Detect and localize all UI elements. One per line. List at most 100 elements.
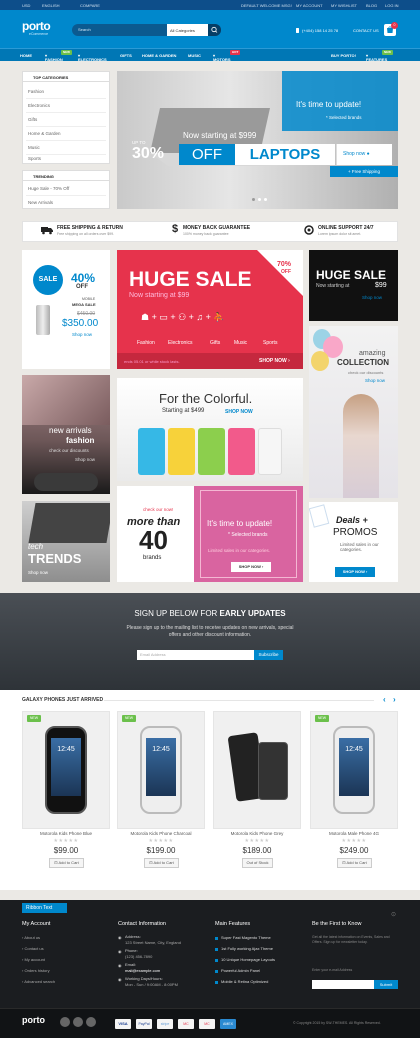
huge-cat: Music: [234, 340, 248, 346]
language-select[interactable]: ENGLISH: [42, 3, 60, 8]
colorful-banner[interactable]: For the Colorful. Starting at $499 SHOP …: [117, 378, 303, 481]
footer-link[interactable]: › Contact us: [22, 946, 44, 951]
nav-electronics[interactable]: ELECTRONICS ▾: [78, 53, 107, 62]
footer-link[interactable]: › Orders history: [22, 968, 50, 973]
dark-shop-link[interactable]: Shop now: [362, 295, 382, 300]
collection-check: check our discounts: [348, 370, 384, 375]
product-card[interactable]: NEW 12:45: [310, 711, 398, 829]
deals-shop-button[interactable]: SHOP NOW ›: [335, 567, 375, 577]
nav-home-garden[interactable]: HOME & GARDEN: [142, 53, 176, 58]
huge-shop-button[interactable]: SHOP NOW ›: [259, 358, 290, 364]
sale-shop-link[interactable]: Shop now: [72, 332, 92, 337]
slider-dot[interactable]: [252, 198, 255, 201]
my-account-link[interactable]: MY ACCOUNT: [296, 3, 323, 8]
logo[interactable]: porto: [22, 19, 51, 33]
search-button[interactable]: [208, 24, 221, 36]
product-card[interactable]: NEW 12:45: [22, 711, 110, 829]
product-name[interactable]: Motorola Kids Phone Charcoal: [117, 831, 205, 836]
trending-item-new-arrivals[interactable]: New Arrivals: [28, 200, 53, 205]
phone-icon: ◉: [118, 949, 122, 954]
footer-link[interactable]: › My account: [22, 957, 45, 962]
feature-item: 10 Unique Homepage Layouts: [221, 957, 276, 962]
footer-link[interactable]: › About us: [22, 935, 40, 940]
support-icon: [304, 225, 314, 235]
tech-shop-link[interactable]: Shop now: [28, 570, 48, 575]
sidebar-item-fashion[interactable]: Fashion: [28, 89, 44, 94]
prev-arrow-icon[interactable]: ‹: [383, 695, 386, 704]
product-card[interactable]: NEW 12:45: [117, 711, 205, 829]
category-select[interactable]: All Categories: [167, 24, 209, 36]
contact-us-link[interactable]: CONTACT US: [353, 28, 379, 33]
search-input[interactable]: Search: [78, 27, 91, 32]
service-subtitle: 100% money back guarantee: [183, 232, 229, 236]
nav-gifts[interactable]: GIFTS: [120, 53, 132, 58]
hero-free-shipping: + Free Shipping: [330, 166, 398, 177]
deals-banner[interactable]: Deals + PROMOS Limited sales in our cate…: [309, 502, 398, 582]
product-name[interactable]: Motorola Kids Phone Grey: [213, 831, 301, 836]
nav-features[interactable]: FEATURES ▾ NEW: [366, 50, 393, 62]
brands-label: brands: [143, 555, 162, 561]
tech-title: TRENDS: [28, 551, 82, 566]
fashion-shop-link[interactable]: Shop now: [75, 457, 95, 462]
email-link[interactable]: mail@example.com: [125, 968, 160, 973]
address-icon: ◉: [118, 935, 122, 940]
huge-sale-dark-banner[interactable]: HUGE SALE Now starting at $99 Shop now: [309, 250, 398, 321]
next-arrow-icon[interactable]: ›: [393, 695, 396, 704]
out-of-stock-button: Out of Stock: [242, 858, 273, 868]
tech-trends-banner[interactable]: tech TRENDS Shop now: [22, 501, 110, 582]
title-divider: [104, 700, 374, 701]
product-name[interactable]: Motorola Male Phone 4G: [310, 831, 398, 836]
sidebar-item-sports[interactable]: Sports: [28, 156, 41, 161]
compare-link[interactable]: COMPARE: [80, 3, 100, 8]
nav-fashion[interactable]: FASHION ▾ NEW: [45, 50, 72, 62]
currency-select[interactable]: USD: [22, 3, 30, 8]
blog-link[interactable]: BLOG: [366, 3, 377, 8]
sidebar-item-home-garden[interactable]: Home & Garden: [28, 131, 61, 136]
nav-motors[interactable]: MOTORS ▾ HOT: [213, 50, 241, 62]
sidebar-item-gifts[interactable]: Gifts: [28, 117, 37, 122]
hero-shop-now-button[interactable]: Shop now ●: [336, 144, 392, 165]
email-label: Email:: [125, 962, 137, 967]
clock-icon: ◉: [118, 977, 122, 982]
top-categories-title: TOP CATEGORIES: [23, 72, 109, 82]
product-card[interactable]: [213, 711, 301, 829]
collection-shop-link[interactable]: Shop now: [365, 378, 385, 383]
footer-submit-button[interactable]: Submit: [374, 980, 398, 989]
login-link[interactable]: LOG IN: [385, 3, 399, 8]
subscribe-button[interactable]: Subscribe: [254, 650, 283, 660]
update-shop-button[interactable]: SHOP NOW ›: [231, 562, 271, 572]
nav-buy-porto[interactable]: BUY PORTO!: [331, 53, 356, 58]
add-to-cart-button[interactable]: ⊡ Add to Cart: [49, 858, 84, 868]
sidebar-item-electronics[interactable]: Electronics: [28, 103, 50, 108]
scroll-top-icon[interactable]: ⊙: [391, 911, 396, 918]
linkedin-icon[interactable]: [86, 1017, 96, 1027]
sidebar-item-music[interactable]: Music: [28, 145, 40, 150]
footer-email-input[interactable]: [312, 980, 374, 989]
newsletter-section: [0, 593, 420, 690]
footer-email-label: Enter your e-mail Address: [312, 968, 353, 972]
facebook-icon[interactable]: [60, 1017, 70, 1027]
footer-logo[interactable]: porto: [22, 1015, 45, 1025]
nav-home[interactable]: HOME: [20, 53, 32, 58]
footer-link[interactable]: › Advanced search: [22, 979, 55, 984]
trending-item-huge-sale[interactable]: Huge Sale - 70% Off: [28, 186, 69, 191]
newsletter-email-input[interactable]: Email Address: [137, 650, 254, 660]
brands-banner[interactable]: check our now! more than 40 brands It's …: [117, 486, 303, 582]
fashion-banner[interactable]: new arrivals fashion check our discounts…: [22, 375, 110, 494]
twitter-icon[interactable]: [73, 1017, 83, 1027]
phone-image: [36, 305, 50, 335]
sale-40-banner[interactable]: SALE 40% OFF MOBILE MEGA SALE $450.00 $3…: [22, 250, 110, 369]
collection-banner[interactable]: amazing COLLECTION check our discounts S…: [309, 326, 398, 498]
colorful-shop-link[interactable]: SHOP NOW: [225, 409, 253, 415]
product-name[interactable]: Motorola Kids Phone Blue: [22, 831, 110, 836]
nav-music[interactable]: MUSIC: [188, 53, 201, 58]
huge-cat: Electronics: [168, 340, 193, 346]
add-to-cart-button[interactable]: ⊡ Add to Cart: [144, 858, 179, 868]
huge-sale-banner[interactable]: 70% OFF HUGE SALE Now starting at $99 ☗ …: [117, 250, 303, 369]
add-to-cart-button[interactable]: ⊡ Add to Cart: [337, 858, 372, 868]
slider-dot[interactable]: [264, 198, 267, 201]
wishlist-link[interactable]: MY WISHLIST: [331, 3, 357, 8]
slider-dot[interactable]: [258, 198, 261, 201]
balloon: [311, 351, 329, 371]
stripe-icon: stripe: [157, 1019, 173, 1029]
